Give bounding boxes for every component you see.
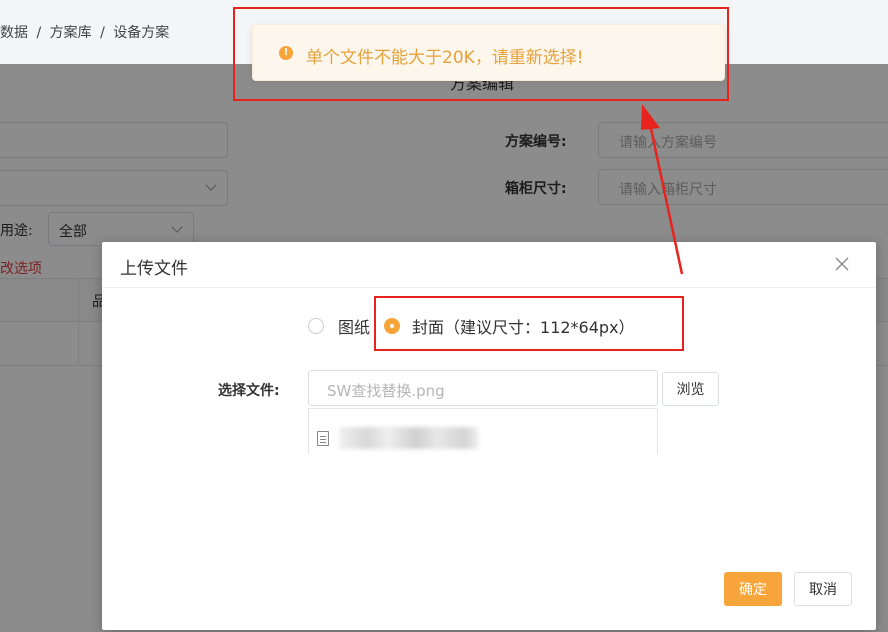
confirm-button[interactable]: 确定 [724,572,782,606]
radio-drawing-label[interactable]: 图纸 [338,314,370,338]
file-path-input[interactable]: SW查找替换.png [308,370,658,406]
dialog-title: 上传文件 [120,259,188,279]
breadcrumb-item: 设备方案 [113,25,170,41]
cancel-button[interactable]: 取消 [794,572,852,606]
file-list [308,408,658,454]
file-label: 选择文件: [218,383,280,399]
radio-drawing[interactable] [308,318,324,334]
annotation-box-cover-option [374,296,684,351]
file-path-value: SW查找替换.png [327,382,445,400]
breadcrumb-separator: / [36,25,42,41]
breadcrumb-item[interactable]: 数据 [0,25,28,41]
breadcrumb: 数据 / 方案库 / 设备方案 [0,22,173,42]
breadcrumb-item[interactable]: 方案库 [50,25,92,41]
blurred-file-name [339,427,479,449]
breadcrumb-separator: / [100,25,105,41]
browse-button[interactable]: 浏览 [662,372,719,406]
dialog-header: 上传文件 [102,242,876,288]
close-icon[interactable] [834,256,850,272]
annotation-box-toast [233,7,729,101]
document-icon [317,431,329,446]
